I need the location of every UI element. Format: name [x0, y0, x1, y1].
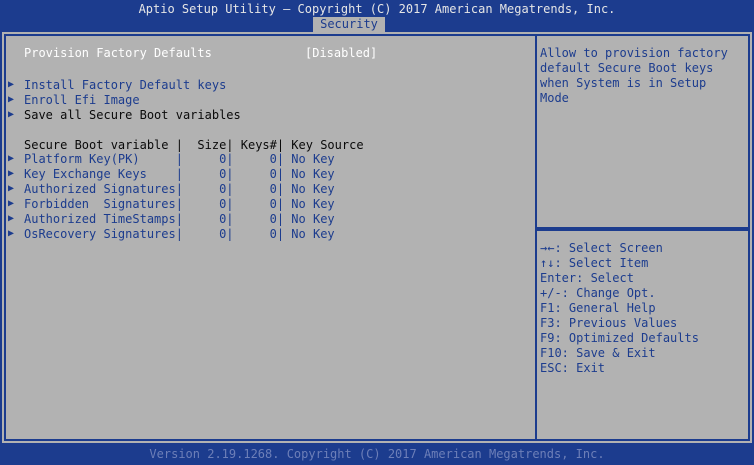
table-row[interactable]: Platform Key(PK) | 0| 0| No Key	[24, 152, 335, 166]
table-row[interactable]: Key Exchange Keys | 0| 0| No Key	[24, 167, 335, 181]
app-title: Aptio Setup Utility – Copyright (C) 2017…	[138, 2, 616, 16]
secure-boot-table-header: Secure Boot variable | Size| Keys#| Key …	[24, 138, 364, 152]
version-footer: Version 2.19.1268. Copyright (C) 2017 Am…	[0, 443, 754, 465]
submenu-arrow-icon: ▶	[8, 94, 15, 105]
submenu-arrow-icon: ▶	[8, 213, 15, 224]
tab-security[interactable]: Security	[313, 17, 385, 32]
key-hint-select-screen: →←: Select Screen	[540, 241, 663, 255]
table-row[interactable]: Forbidden Signatures| 0| 0| No Key	[24, 197, 335, 211]
title-bar: Aptio Setup Utility – Copyright (C) 2017…	[0, 0, 754, 32]
help-text-line: Allow to provision factory	[540, 46, 728, 60]
install-factory-default-keys-item[interactable]: Install Factory Default keys	[24, 78, 226, 92]
table-row[interactable]: Authorized TimeStamps| 0| 0| No Key	[24, 212, 335, 226]
key-hint-general-help: F1: General Help	[540, 301, 656, 315]
help-text-line: when System is in Setup	[540, 76, 707, 90]
enroll-efi-image-item[interactable]: Enroll Efi Image	[24, 93, 140, 107]
provision-factory-defaults-value[interactable]: [Disabled]	[305, 46, 377, 60]
table-row[interactable]: Authorized Signatures| 0| 0| No Key	[24, 182, 335, 196]
provision-factory-defaults-label[interactable]: Provision Factory Defaults	[24, 46, 212, 60]
submenu-arrow-icon: ▶	[8, 228, 15, 239]
key-hint-previous-values: F3: Previous Values	[540, 316, 678, 330]
save-all-secure-boot-variables-item[interactable]: Save all Secure Boot variables	[24, 108, 241, 122]
key-hint-select-item: ↑↓: Select Item	[540, 256, 649, 270]
help-text-line: Mode	[540, 91, 569, 105]
table-row[interactable]: OsRecovery Signatures| 0| 0| No Key	[24, 227, 335, 241]
key-hint-optimized-defaults: F9: Optimized Defaults	[540, 331, 699, 345]
help-text-line: default Secure Boot keys	[540, 61, 714, 75]
submenu-arrow-icon: ▶	[8, 198, 15, 209]
key-hint-enter: Enter: Select	[540, 271, 634, 285]
action-arrow-icon: ▶	[8, 109, 15, 120]
submenu-arrow-icon: ▶	[8, 79, 15, 90]
key-hint-change-opt: +/-: Change Opt.	[540, 286, 656, 300]
submenu-arrow-icon: ▶	[8, 183, 15, 194]
submenu-arrow-icon: ▶	[8, 153, 15, 164]
submenu-arrow-icon: ▶	[8, 168, 15, 179]
key-hint-save-exit: F10: Save & Exit	[540, 346, 656, 360]
key-hint-exit: ESC: Exit	[540, 361, 606, 375]
